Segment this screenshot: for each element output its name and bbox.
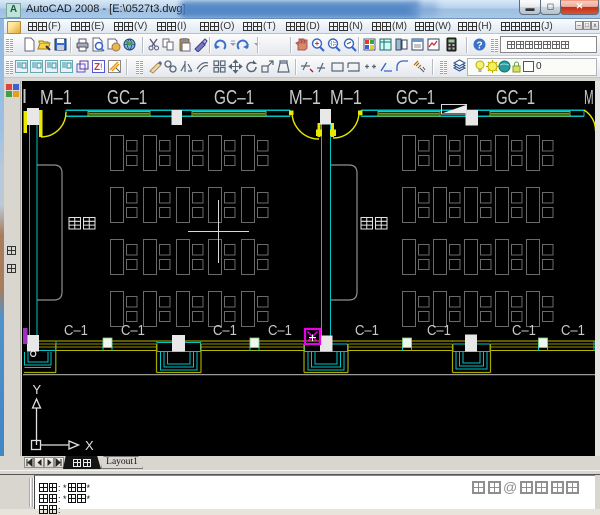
svg-text:GC–1: GC–1 — [396, 86, 435, 109]
svg-text:C–1: C–1 — [561, 322, 585, 338]
svg-text:C–1: C–1 — [121, 322, 145, 338]
svg-text:C–1: C–1 — [268, 322, 292, 338]
svg-text:C–1: C–1 — [512, 322, 536, 338]
svg-text:C–1: C–1 — [355, 322, 379, 338]
svg-text:GC–1: GC–1 — [214, 86, 254, 108]
svg-text:X: X — [85, 438, 94, 453]
svg-text:?: ? — [477, 41, 483, 52]
svg-text:C–1: C–1 — [213, 322, 237, 338]
svg-text:M–1: M–1 — [289, 85, 321, 108]
svg-text:Y: Y — [33, 382, 42, 397]
svg-text:M–1: M–1 — [40, 85, 72, 108]
svg-text:M: M — [584, 87, 594, 109]
svg-text:C–1: C–1 — [427, 322, 451, 338]
svg-text:M–1: M–1 — [330, 85, 362, 108]
svg-text:GC–1: GC–1 — [496, 86, 535, 109]
svg-text:!: ! — [100, 62, 103, 72]
svg-text:GC–1: GC–1 — [107, 86, 147, 108]
svg-text:C–1: C–1 — [64, 322, 88, 338]
